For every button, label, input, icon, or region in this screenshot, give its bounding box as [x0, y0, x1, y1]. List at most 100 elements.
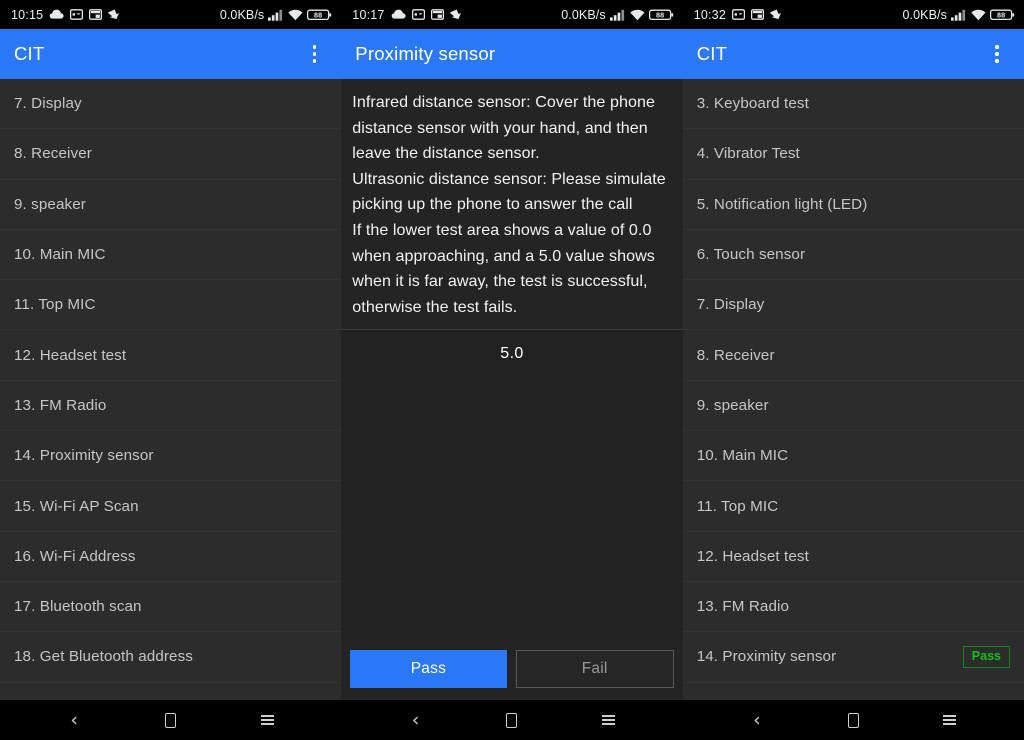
list-item-label: 16. Wi-Fi Address — [14, 547, 136, 565]
status-bar-right-group: 0.0KB/s 88 — [220, 8, 332, 22]
list-item[interactable]: 10. Main MIC — [682, 431, 1024, 482]
proximity-test-detail: Infrared distance sensor: Cover the phon… — [341, 79, 683, 700]
list-item[interactable]: 5. Notification light (LED) — [682, 179, 1024, 230]
list-item[interactable]: 10. Main MIC — [0, 229, 342, 281]
list-item-label: 12. Headset test — [696, 547, 809, 565]
list-item-label: 17. Bluetooth scan — [14, 598, 142, 616]
list-item-label: 12. Headset test — [14, 346, 127, 364]
list-item[interactable]: 13. FM Radio — [0, 380, 342, 432]
panel-middle: 10:17 0.0KB/s 88 Proximity sensor Infrar… — [341, 0, 683, 740]
cloud-icon — [49, 9, 64, 20]
test-list-left[interactable]: 7. Display 8. Receiver 9. speaker 10. Main … — [0, 79, 342, 700]
picture-in-picture-icon — [430, 9, 444, 20]
home-square-icon[interactable] — [490, 703, 534, 737]
overflow-menu-icon[interactable] — [301, 39, 327, 69]
status-time: 10:17 — [352, 7, 385, 22]
list-item[interactable]: 9. speaker — [682, 380, 1024, 432]
list-item[interactable]: 15. Wi-Fi AP Scan — [0, 481, 342, 532]
list-item[interactable]: 12. Headset test — [0, 330, 342, 381]
panel-left: 10:15 0.0KB/s 88 CIT 7. Display 8. Recei… — [0, 0, 342, 740]
signal-bars-icon — [950, 9, 967, 21]
home-square-icon[interactable] — [149, 703, 193, 737]
nav-bar-right: ‹ — [682, 700, 1024, 740]
list-item-label: 11. Top MIC — [14, 296, 96, 314]
svg-text:88: 88 — [314, 10, 322, 19]
test-instructions: Infrared distance sensor: Cover the phon… — [341, 79, 683, 331]
download-icon — [449, 8, 463, 21]
signal-bars-icon — [609, 9, 626, 21]
battery-icon: 88 — [307, 9, 332, 21]
list-item-label: 13. FM Radio — [696, 598, 790, 616]
list-item[interactable]: 13. FM Radio — [682, 581, 1024, 633]
list-item-label: 11. Top MIC — [696, 497, 779, 515]
panel-right: 10:32 0.0KB/s 88 CIT 3. Keyboard test 4.… — [682, 0, 1024, 740]
list-item-label: 18. Get Bluetooth address — [14, 648, 193, 666]
list-item-label: 8. Receiver — [696, 346, 775, 364]
list-item-label: 15. Wi-Fi AP Scan — [14, 497, 139, 515]
wifi-icon — [288, 9, 303, 21]
triple-panel-screenshot: 10:15 0.0KB/s 88 CIT 7. Display 8. Recei… — [0, 0, 1024, 740]
picture-in-picture-icon — [750, 9, 765, 20]
list-item[interactable]: 11. Top MIC — [682, 481, 1024, 532]
status-bar-left-group: 10:32 — [694, 8, 783, 22]
list-item[interactable]: 8. Receiver — [0, 129, 342, 180]
recents-menu-icon[interactable] — [928, 703, 972, 737]
back-chevron-icon[interactable]: ‹ — [394, 703, 438, 737]
status-bar-right-group: 0.0KB/s 88 — [561, 8, 673, 22]
list-item[interactable]: 14. Proximity sensor Pass — [682, 632, 1024, 683]
status-bar-left-group: 10:17 — [352, 8, 462, 22]
list-item[interactable]: 8. Receiver — [682, 330, 1024, 381]
list-item-label: 6. Touch sensor — [696, 246, 806, 264]
home-square-icon[interactable] — [831, 703, 875, 737]
screenshot-icon — [411, 9, 425, 20]
status-bar-left-group: 10:15 — [11, 8, 121, 22]
svg-text:88: 88 — [997, 10, 1005, 19]
app-bar-middle: Proximity sensor — [341, 29, 683, 79]
battery-icon: 88 — [648, 9, 674, 21]
sensor-value: 5.0 — [500, 345, 524, 363]
list-item-label: 8. Receiver — [14, 145, 92, 163]
list-item-label: 9. speaker — [14, 195, 86, 213]
test-list-right[interactable]: 3. Keyboard test 4. Vibrator Test 5. Notif… — [682, 79, 1024, 700]
list-item-label: 5. Notification light (LED) — [696, 195, 868, 213]
list-item[interactable]: 14. Proximity sensor — [0, 431, 342, 482]
app-bar-left: CIT — [0, 29, 342, 79]
pass-button[interactable]: Pass — [350, 650, 507, 688]
recents-menu-icon[interactable] — [586, 703, 630, 737]
screenshot-icon — [731, 9, 746, 20]
sensor-readout-area: 5.0 — [341, 330, 683, 640]
recents-menu-icon[interactable] — [245, 703, 289, 737]
list-item-label: 7. Display — [14, 95, 82, 113]
list-item[interactable]: 6. Touch sensor — [682, 229, 1024, 281]
status-badge: Pass — [962, 646, 1010, 668]
back-chevron-icon[interactable]: ‹ — [735, 703, 779, 737]
list-item[interactable]: 9. speaker — [0, 179, 342, 230]
status-bar-right: 10:32 0.0KB/s 88 — [682, 0, 1024, 29]
list-item-label: 14. Proximity sensor — [14, 447, 154, 465]
list-item[interactable]: 7. Display — [682, 280, 1024, 331]
network-rate: 0.0KB/s — [219, 7, 265, 22]
svg-text:88: 88 — [656, 10, 664, 19]
download-icon — [107, 8, 121, 21]
list-item[interactable]: 16. Wi-Fi Address — [0, 531, 342, 582]
back-chevron-icon[interactable]: ‹ — [52, 703, 96, 737]
list-item-label: 3. Keyboard test — [696, 95, 809, 113]
page-title: CIT — [696, 43, 728, 64]
list-item[interactable]: 7. Display — [0, 79, 342, 130]
status-time: 10:15 — [11, 7, 44, 22]
list-item[interactable]: 4. Vibrator Test — [682, 129, 1024, 180]
overflow-menu-icon[interactable] — [984, 39, 1010, 69]
list-item-label: 4. Vibrator Test — [696, 145, 800, 163]
list-item[interactable]: 12. Headset test — [682, 531, 1024, 582]
list-item[interactable]: 3. Keyboard test — [682, 79, 1024, 130]
wifi-icon — [971, 9, 986, 21]
list-item[interactable]: 18. Get Bluetooth address — [0, 632, 342, 683]
status-bar-middle: 10:17 0.0KB/s 88 — [341, 0, 683, 29]
status-time: 10:32 — [693, 7, 726, 22]
list-item-label: 10. Main MIC — [696, 447, 789, 465]
fail-button[interactable]: Fail — [515, 650, 674, 688]
list-item[interactable]: 11. Top MIC — [0, 280, 342, 331]
nav-bar-middle: ‹ — [341, 700, 683, 740]
list-item-label: 14. Proximity sensor — [696, 648, 837, 666]
list-item[interactable]: 17. Bluetooth scan — [0, 581, 342, 633]
